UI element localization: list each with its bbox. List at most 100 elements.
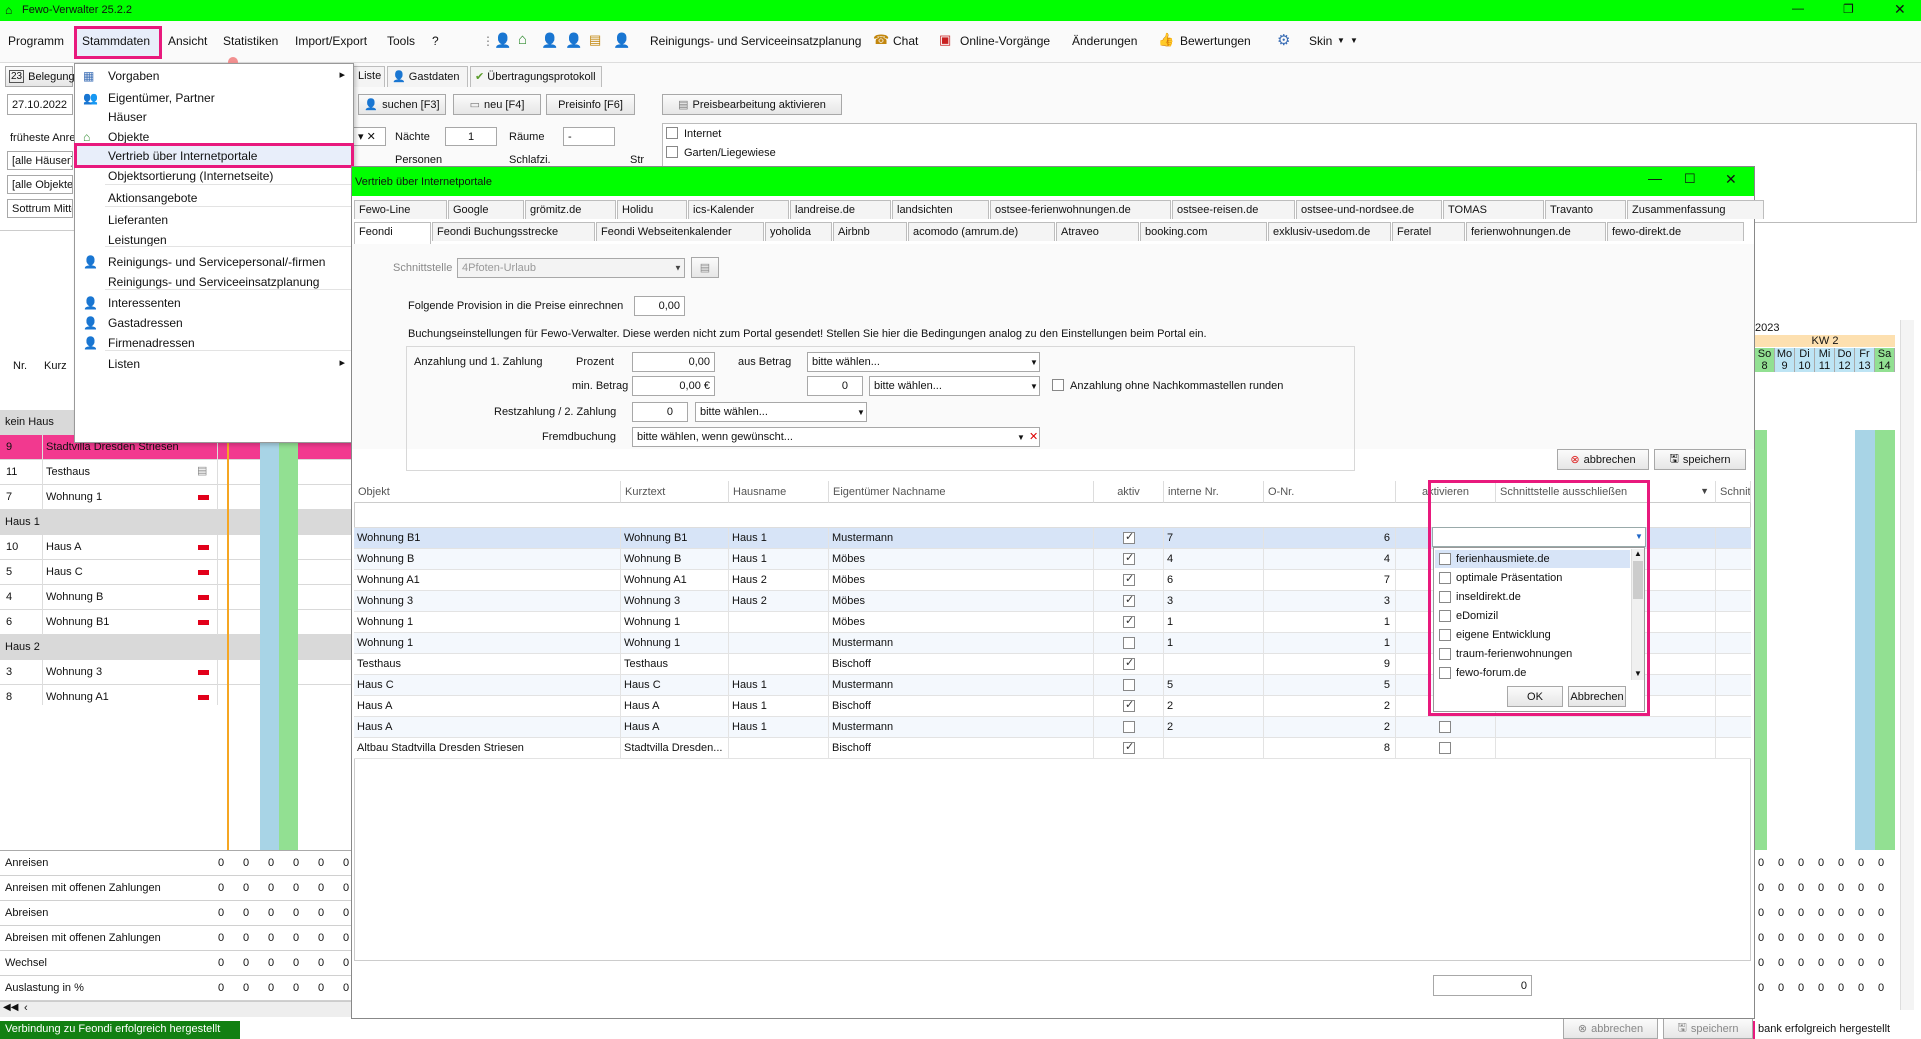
portal-tab[interactable]: grömitz.de — [525, 200, 616, 219]
object-row[interactable]: 3 Wohnung 3 — [0, 660, 353, 685]
menu-item-gastadressen[interactable]: 👤 Gastadressen — [75, 313, 353, 333]
exclude-option[interactable]: eDomizil — [1435, 607, 1630, 625]
aktiv-checkbox[interactable] — [1123, 698, 1135, 712]
dialog-maximize-icon[interactable]: ☐ — [1684, 171, 1696, 187]
column-header[interactable]: O-Nr. — [1264, 481, 1396, 503]
portal-tab[interactable]: exklusiv-usedom.de — [1268, 222, 1391, 241]
cal-day[interactable]: Di 10 — [1795, 348, 1815, 372]
suchen-button[interactable]: 👤 suchen [F3] — [358, 94, 446, 115]
dialog-minimize-icon[interactable]: — — [1648, 170, 1662, 186]
exclude-filter-input[interactable] — [1432, 527, 1646, 547]
portal-tab[interactable]: Feondi — [354, 222, 431, 245]
menu-item-häuser[interactable]: Häuser — [75, 107, 353, 127]
menu-help[interactable]: ? — [432, 34, 439, 48]
column-header[interactable]: Schnittstellennr. — [1716, 481, 1751, 503]
house-group-row[interactable]: Haus 1 — [0, 510, 353, 535]
popup-cancel-button[interactable]: Abbrechen — [1568, 686, 1626, 707]
scroll-thumb[interactable] — [1633, 561, 1643, 599]
toolbar-skin[interactable]: Skin — [1309, 34, 1332, 48]
col-nr[interactable]: Nr. — [13, 360, 27, 372]
close-icon[interactable]: ✕ — [1894, 1, 1906, 18]
rest-select[interactable]: bitte wählen... — [695, 402, 867, 422]
cal-day[interactable]: Sa 14 — [1875, 348, 1895, 372]
popup-ok-button[interactable]: OK — [1507, 686, 1563, 707]
sort-select[interactable]: Sottrum Mitte — [7, 199, 73, 218]
portal-tab[interactable]: landreise.de — [790, 200, 891, 219]
column-header[interactable]: Kurztext — [621, 481, 729, 503]
portal-tab[interactable]: yoholida — [765, 222, 832, 241]
exclude-option-checkbox[interactable] — [1439, 629, 1451, 641]
cleaning-icon[interactable]: 👤 — [613, 32, 630, 49]
scroll-up-icon[interactable]: ▲ — [1634, 549, 1642, 558]
aktiv-checkbox[interactable] — [1123, 721, 1135, 733]
interessent-icon[interactable]: 👤 — [565, 32, 582, 49]
cal-day[interactable]: So 8 — [1755, 348, 1775, 372]
schnittstelle-select[interactable]: 4Pfoten-Urlaub — [457, 258, 685, 278]
menu-item-leistungen[interactable]: Leistungen — [75, 230, 353, 250]
preisinfo-button[interactable]: Preisinfo [F6] — [546, 94, 635, 115]
exclude-option[interactable]: traum-ferienwohnungen — [1435, 645, 1630, 663]
tab-liste[interactable]: Liste — [353, 66, 385, 87]
clipboard-icon[interactable]: ▤ — [589, 32, 601, 48]
raeume-select[interactable]: - — [563, 127, 615, 146]
menu-item-aktionsangebote[interactable]: Aktionsangebote — [75, 188, 353, 208]
dialog-close-icon[interactable]: ✕ — [1725, 171, 1737, 188]
menu-item-reinigungs-und-servicepersonal-firmen[interactable]: 👤 Reinigungs- und Servicepersonal/-firmen — [75, 252, 353, 272]
tab-uebertragungsprotokoll[interactable]: ✔ Übertragungsprotokoll — [470, 66, 602, 87]
left-scrollbar[interactable]: ◀◀ ‹ — [0, 1001, 353, 1017]
scroll-prev-icon[interactable]: ‹ — [24, 1002, 28, 1014]
exclude-option-checkbox[interactable] — [1439, 553, 1451, 565]
menu-item-vorgaben[interactable]: ▦ Vorgaben ▸ — [75, 66, 353, 86]
internet-checkbox[interactable] — [666, 127, 678, 139]
portal-tab[interactable]: Feondi Buchungsstrecke — [432, 222, 595, 241]
naechte-spin[interactable]: 1 — [445, 127, 497, 146]
prozent-field[interactable]: 0,00 — [632, 352, 715, 372]
chat-icon[interactable]: ☎ — [873, 32, 889, 48]
portal-tab[interactable]: ostsee-ferienwohnungen.de — [990, 200, 1171, 219]
exclude-option[interactable]: optimale Präsentation — [1435, 569, 1630, 587]
cell-exclude[interactable] — [1496, 717, 1716, 738]
neu-button[interactable]: ▭ neu [F4] — [453, 94, 541, 115]
date-field[interactable]: 27.10.2022 — [7, 94, 73, 115]
dialog-speichern-button[interactable]: 🖫 speichern — [1654, 449, 1746, 470]
menu-statistiken[interactable]: Statistiken — [223, 34, 278, 48]
ausbetrag-select[interactable]: bitte wählen... — [807, 352, 1040, 372]
cal-day[interactable]: Mi 11 — [1815, 348, 1835, 372]
haeuser-select[interactable]: [alle Häuser] — [7, 151, 73, 170]
menu-tools[interactable]: Tools — [387, 34, 415, 48]
portal-tab[interactable]: Google — [448, 200, 524, 219]
menu-item-listen[interactable]: Listen ▸ — [75, 354, 353, 374]
provision-field[interactable]: 0,00 — [634, 296, 685, 316]
menu-ansicht[interactable]: Ansicht — [168, 34, 207, 48]
objekte-select[interactable]: [alle Objekte — [7, 175, 73, 194]
menu-item-vertrieb-über-internetportale[interactable]: Vertrieb über Internetportale — [75, 146, 353, 166]
exclude-option[interactable]: inseldirekt.de — [1435, 588, 1630, 606]
popup-scrollbar[interactable]: ▲ ▼ — [1631, 549, 1644, 680]
exclude-option-checkbox[interactable] — [1439, 667, 1451, 679]
restore-icon[interactable]: ❐ — [1843, 2, 1854, 16]
portal-tab[interactable]: Zusammenfassung — [1627, 200, 1764, 219]
toolbar-online[interactable]: Online-Vorgänge — [960, 34, 1050, 48]
object-row[interactable]: 10 Haus A — [0, 535, 353, 560]
portal-tab[interactable]: acomodo (amrum.de) — [908, 222, 1055, 241]
aktiv-checkbox[interactable] — [1123, 740, 1135, 754]
portal-tab[interactable]: Travanto — [1545, 200, 1626, 219]
skin-dropdown-icon[interactable]: ▼ — [1337, 36, 1345, 45]
anzahl-select[interactable]: bitte wählen... — [869, 376, 1040, 396]
object-row[interactable]: 11 Testhaus ▤ — [0, 460, 353, 485]
col-kurz[interactable]: Kurz — [44, 360, 67, 372]
portal-tab[interactable]: ostsee-und-nordsee.de — [1296, 200, 1442, 219]
filter-dropdown[interactable]: ▾ ✕ — [353, 127, 386, 146]
portal-tab[interactable]: ferienwohnungen.de — [1466, 222, 1606, 241]
toolbar-chat[interactable]: Chat — [893, 34, 918, 48]
tab-gastdaten[interactable]: 👤 Gastdaten — [387, 66, 468, 87]
portal-tab[interactable]: Airbnb — [833, 222, 907, 241]
portal-tab[interactable]: Fewo-Line — [354, 200, 447, 219]
toolbar-aenderungen[interactable]: Änderungen — [1072, 34, 1137, 48]
ohne-nachkomma-checkbox[interactable] — [1052, 379, 1064, 391]
object-row[interactable]: 7 Wohnung 1 — [0, 485, 353, 510]
aktivieren-checkbox[interactable] — [1439, 721, 1451, 733]
portal-tab[interactable]: Feondi Webseitenkalender — [596, 222, 764, 241]
object-row[interactable]: 6 Wohnung B1 — [0, 610, 353, 635]
exclude-option-checkbox[interactable] — [1439, 648, 1451, 660]
